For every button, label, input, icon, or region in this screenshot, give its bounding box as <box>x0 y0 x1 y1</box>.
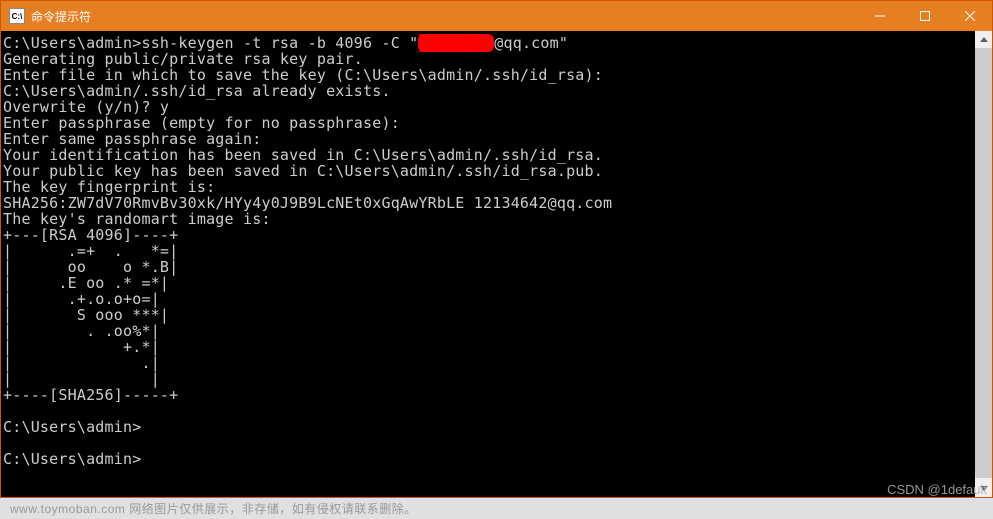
redacted-text: █████042 <box>418 34 494 52</box>
terminal-wrapper: C:\Users\admin>ssh-keygen -t rsa -b 4096… <box>1 31 992 497</box>
terminal-output[interactable]: C:\Users\admin>ssh-keygen -t rsa -b 4096… <box>1 31 975 497</box>
window-title: 命令提示符 <box>31 8 857 25</box>
vertical-scrollbar[interactable] <box>975 31 992 497</box>
terminal-line: C:\Users\admin> <box>3 450 141 468</box>
minimize-button[interactable] <box>857 1 902 31</box>
footer-disclaimer: www.toymoban.com 网络图片仅供展示，非存储，如有侵权请联系删除。 <box>10 500 417 517</box>
maximize-button[interactable] <box>902 1 947 31</box>
close-button[interactable] <box>947 1 992 31</box>
cmd-icon: C:\ <box>9 8 25 24</box>
scroll-up-button[interactable] <box>975 31 992 48</box>
cmd-window: C:\ 命令提示符 C:\Users\admin>ssh-keygen -t r… <box>0 0 993 498</box>
titlebar[interactable]: C:\ 命令提示符 <box>1 1 992 31</box>
window-controls <box>857 1 992 31</box>
watermark-text: CSDN @1default <box>887 482 987 497</box>
terminal-line: C:\Users\admin> <box>3 418 141 436</box>
scroll-thumb[interactable] <box>975 48 992 478</box>
terminal-line: +----[SHA256]-----+ <box>3 386 178 404</box>
